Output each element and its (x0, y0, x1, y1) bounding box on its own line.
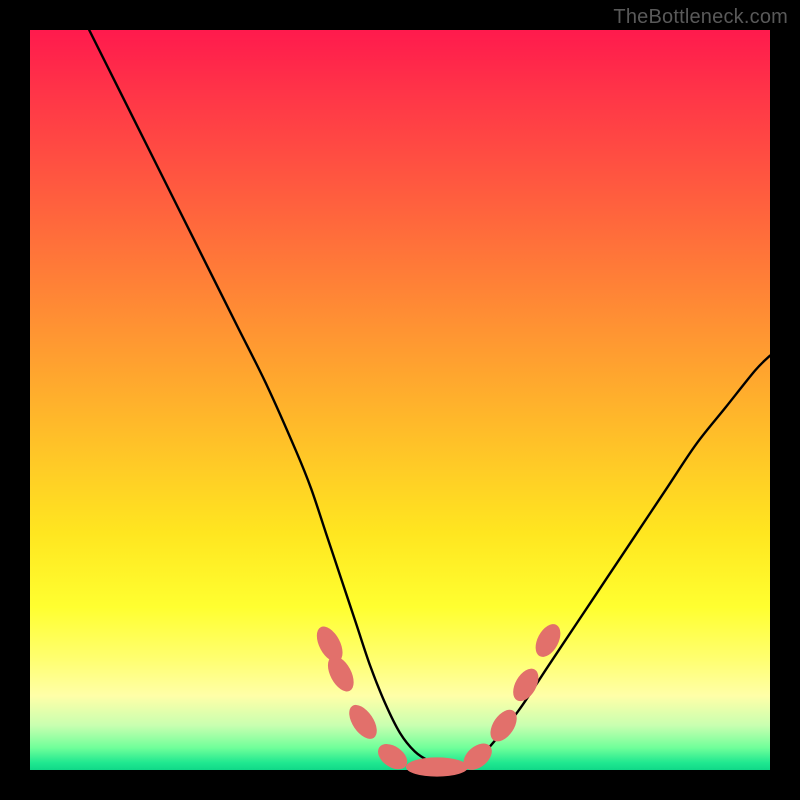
bottleneck-curve (89, 30, 770, 766)
bottleneck-curve-svg (30, 30, 770, 770)
plot-area (30, 30, 770, 770)
curve-marker (485, 705, 522, 746)
chart-frame: TheBottleneck.com (0, 0, 800, 800)
watermark-text: TheBottleneck.com (613, 6, 788, 29)
curve-marker (406, 757, 468, 776)
curve-marker (373, 739, 412, 775)
curve-marker (531, 620, 566, 661)
curve-marker (344, 700, 383, 743)
curve-markers (312, 620, 566, 777)
curve-marker (508, 664, 544, 705)
